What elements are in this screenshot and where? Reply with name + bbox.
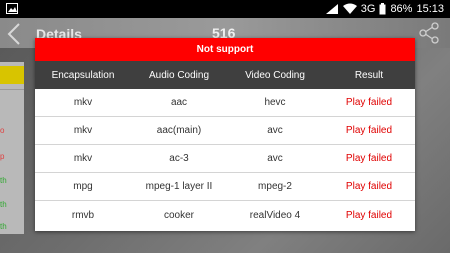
cell-encapsulation: rmvb	[71, 209, 95, 221]
side-row-1: o	[0, 126, 5, 135]
side-row-4: th	[0, 200, 7, 209]
side-panel: o p th th th	[0, 62, 24, 234]
cell-video: avc	[267, 125, 283, 136]
cell-video: mpeg-2	[258, 181, 292, 192]
side-row-3: th	[0, 176, 7, 185]
side-row-2: p	[0, 152, 5, 161]
table-row: mkv aac hevc Play failed	[35, 89, 415, 117]
cell-encapsulation: mpg	[73, 181, 93, 192]
col-video-coding: Video Coding	[245, 69, 305, 81]
share-icon[interactable]	[418, 22, 440, 44]
cell-video: realVideo 4	[249, 209, 301, 221]
table-body: mkv aac hevc Play failed mkv aac(main) a…	[35, 89, 415, 229]
wifi-icon	[342, 3, 357, 14]
back-icon[interactable]	[6, 22, 22, 46]
battery-icon	[379, 3, 386, 15]
cell-audio: mpeg-1 layer II	[145, 181, 213, 192]
side-row-5: th	[0, 222, 7, 231]
cell-audio: cooker	[163, 209, 194, 221]
cell-result: Play failed	[345, 209, 393, 221]
col-encapsulation: Encapsulation	[51, 69, 115, 81]
divider	[0, 89, 24, 90]
cell-encapsulation: mkv	[73, 97, 93, 108]
network-type: 3G	[360, 3, 376, 15]
cell-audio: aac(main)	[156, 125, 202, 136]
col-result: Result	[354, 69, 384, 81]
not-support-dialog: Not support Encapsulation Audio Coding V…	[35, 38, 415, 231]
cell-encapsulation: mkv	[73, 125, 93, 136]
table-header: Encapsulation Audio Coding Video Coding …	[35, 61, 415, 89]
cell-audio: ac-3	[169, 153, 189, 164]
signal-icon	[325, 4, 338, 14]
cell-video: avc	[267, 153, 283, 164]
table-row: rmvb cooker realVideo 4 Play failed	[35, 201, 415, 229]
col-audio-coding: Audio Coding	[148, 69, 210, 81]
cell-result: Play failed	[345, 97, 393, 108]
table-row: mkv ac-3 avc Play failed	[35, 145, 415, 173]
cell-result: Play failed	[345, 125, 393, 136]
table-row: mpg mpeg-1 layer II mpeg-2 Play failed	[35, 173, 415, 201]
image-icon	[6, 3, 18, 14]
dialog-title: Not support	[35, 38, 415, 61]
cell-encapsulation: mkv	[73, 153, 93, 164]
side-highlight	[0, 66, 24, 84]
table-row: mkv aac(main) avc Play failed	[35, 117, 415, 145]
battery-level: 86%	[390, 3, 413, 15]
cell-audio: aac	[170, 97, 188, 108]
cell-result: Play failed	[345, 181, 393, 192]
clock: 15:13	[416, 3, 444, 15]
status-bar: 3G 86% 15:13	[0, 0, 450, 18]
cell-result: Play failed	[345, 153, 393, 164]
cell-video: hevc	[264, 97, 286, 108]
status-icons: 3G 86% 15:13	[325, 2, 444, 16]
